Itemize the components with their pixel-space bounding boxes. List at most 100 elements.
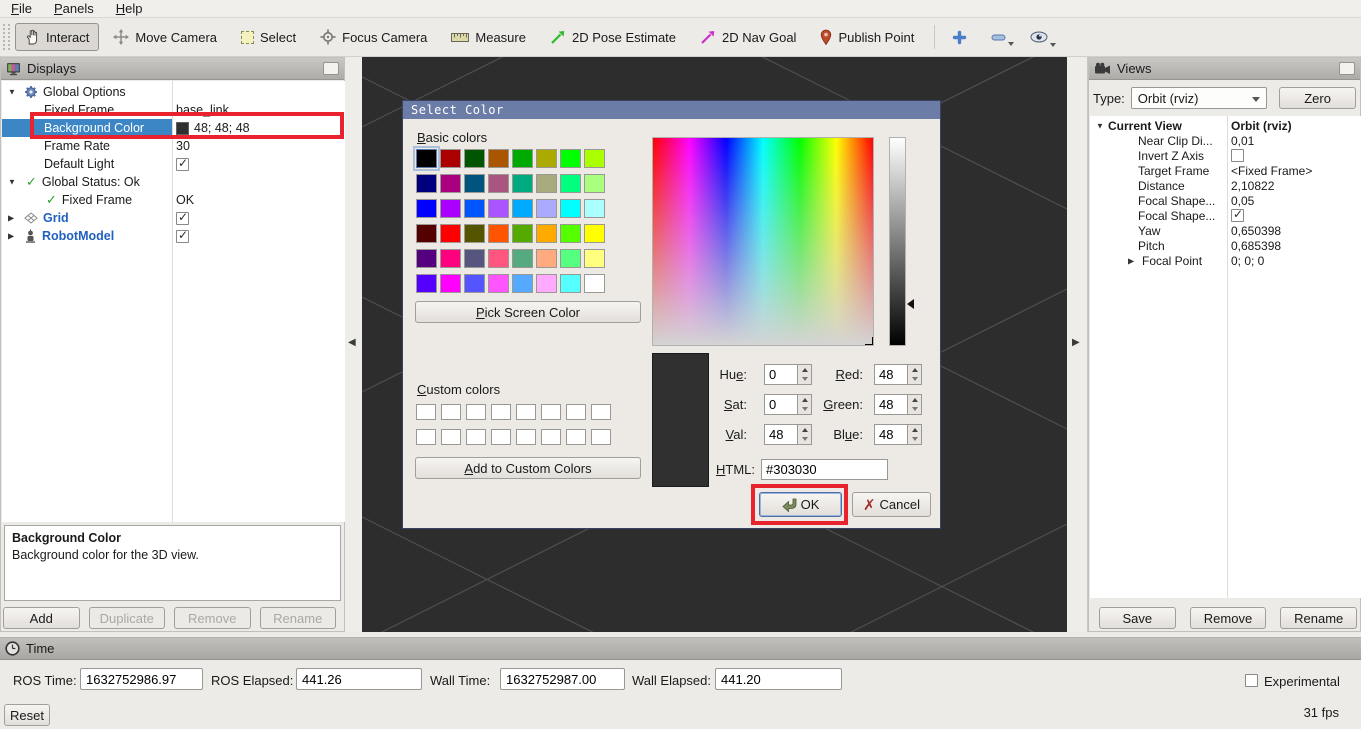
basic-color-swatch[interactable] bbox=[512, 249, 533, 268]
custom-color-well[interactable] bbox=[491, 429, 511, 445]
custom-color-well[interactable] bbox=[566, 404, 586, 420]
basic-color-swatch[interactable] bbox=[536, 149, 557, 168]
basic-color-swatch[interactable] bbox=[488, 274, 509, 293]
blue-spinbox[interactable] bbox=[874, 424, 922, 445]
tool-measure[interactable]: Measure bbox=[441, 24, 536, 51]
rename-button[interactable]: Rename bbox=[1280, 607, 1357, 629]
basic-color-swatch[interactable] bbox=[560, 249, 581, 268]
value-slider[interactable] bbox=[889, 137, 906, 346]
left-splitter[interactable]: ◀ bbox=[345, 57, 362, 632]
time-field-input[interactable] bbox=[80, 668, 203, 690]
value-slider-handle[interactable] bbox=[907, 299, 914, 309]
gradient-crosshair-marker[interactable] bbox=[865, 337, 874, 346]
ok-button[interactable]: OK bbox=[759, 492, 842, 517]
basic-color-swatch[interactable] bbox=[464, 174, 485, 193]
tree-row-value[interactable]: 2,10822 bbox=[1231, 179, 1274, 193]
pick-screen-color-button[interactable]: Pick Screen Color bbox=[415, 301, 641, 323]
basic-color-swatch[interactable] bbox=[512, 274, 533, 293]
custom-color-well[interactable] bbox=[516, 404, 536, 420]
basic-color-swatch[interactable] bbox=[440, 199, 461, 218]
custom-color-well[interactable] bbox=[541, 404, 561, 420]
tree-row-value[interactable]: base_link bbox=[176, 103, 229, 117]
red-spinbox[interactable] bbox=[874, 364, 922, 385]
html-color-input[interactable] bbox=[761, 459, 888, 480]
basic-color-swatch[interactable] bbox=[536, 199, 557, 218]
tree-row-value[interactable]: 0,01 bbox=[1231, 134, 1254, 148]
spinner-arrows-icon[interactable] bbox=[907, 425, 921, 444]
custom-color-well[interactable] bbox=[441, 429, 461, 445]
tree-row-value[interactable]: OK bbox=[176, 193, 194, 207]
basic-color-swatch[interactable] bbox=[416, 174, 437, 193]
green-spinbox[interactable] bbox=[874, 394, 922, 415]
tree-row-value[interactable]: 0,685398 bbox=[1231, 239, 1281, 253]
zoom-out-button[interactable] bbox=[984, 29, 1013, 46]
basic-color-swatch[interactable] bbox=[488, 224, 509, 243]
tree-row[interactable]: ▼Global Options bbox=[2, 83, 345, 101]
basic-color-swatch[interactable] bbox=[536, 249, 557, 268]
basic-color-swatch[interactable] bbox=[584, 274, 605, 293]
tree-row[interactable]: Focal Shape... bbox=[1090, 208, 1361, 223]
spinner-arrows-icon[interactable] bbox=[907, 395, 921, 414]
tree-row-value[interactable]: Orbit (rviz) bbox=[1231, 119, 1292, 133]
custom-color-well[interactable] bbox=[416, 404, 436, 420]
menu-help[interactable]: Help bbox=[113, 1, 146, 16]
collapse-left-icon[interactable]: ◀ bbox=[348, 337, 356, 348]
basic-color-swatch[interactable] bbox=[440, 224, 461, 243]
custom-color-well[interactable] bbox=[541, 429, 561, 445]
tree-row[interactable]: ✓Fixed FrameOK bbox=[2, 191, 345, 209]
reset-button[interactable]: Reset bbox=[4, 704, 50, 726]
basic-color-swatch[interactable] bbox=[440, 249, 461, 268]
menu-file[interactable]: File bbox=[8, 1, 35, 16]
expander-closed-icon[interactable]: ▶ bbox=[8, 214, 14, 223]
tree-row[interactable]: Default Light bbox=[2, 155, 345, 173]
custom-color-well[interactable] bbox=[566, 429, 586, 445]
custom-color-well[interactable] bbox=[466, 429, 486, 445]
tree-row-value[interactable]: 0,05 bbox=[1231, 194, 1254, 208]
basic-color-swatch[interactable] bbox=[560, 174, 581, 193]
custom-color-well[interactable] bbox=[416, 429, 436, 445]
tree-row[interactable]: ▶Grid bbox=[2, 209, 345, 227]
row-checkbox[interactable] bbox=[176, 158, 189, 171]
toolbar-grip[interactable] bbox=[3, 24, 10, 50]
tree-row[interactable]: Background Color48; 48; 48 bbox=[2, 119, 345, 137]
basic-color-swatch[interactable] bbox=[464, 149, 485, 168]
tree-row[interactable]: ▶RobotModel bbox=[2, 227, 345, 245]
basic-color-swatch[interactable] bbox=[464, 199, 485, 218]
tool-select[interactable]: Select bbox=[231, 24, 306, 51]
tree-row[interactable]: ▼✓Global Status: Ok bbox=[2, 173, 345, 191]
tool-interact[interactable]: Interact bbox=[15, 23, 99, 51]
tree-row[interactable]: Focal Shape...0,05 bbox=[1090, 193, 1361, 208]
menu-panels[interactable]: Panels bbox=[51, 1, 97, 16]
add-button[interactable]: Add bbox=[3, 607, 80, 629]
basic-color-swatch[interactable] bbox=[584, 224, 605, 243]
basic-color-swatch[interactable] bbox=[536, 274, 557, 293]
3d-viewport[interactable]: Select Color Basic colors Pick Screen Co… bbox=[362, 57, 1067, 632]
basic-color-swatch[interactable] bbox=[440, 149, 461, 168]
row-checkbox[interactable] bbox=[176, 230, 189, 243]
basic-color-swatch[interactable] bbox=[560, 274, 581, 293]
basic-color-swatch[interactable] bbox=[416, 149, 437, 168]
views-float-button[interactable] bbox=[1339, 62, 1355, 75]
basic-color-swatch[interactable] bbox=[512, 224, 533, 243]
basic-color-swatch[interactable] bbox=[584, 149, 605, 168]
basic-color-swatch[interactable] bbox=[440, 274, 461, 293]
zero-button[interactable]: Zero bbox=[1279, 87, 1356, 109]
hue-saturation-gradient[interactable] bbox=[652, 137, 874, 346]
custom-color-well[interactable] bbox=[516, 429, 536, 445]
tool-2d-nav-goal[interactable]: 2D Nav Goal bbox=[690, 23, 806, 51]
duplicate-button[interactable]: Duplicate bbox=[89, 607, 166, 629]
zoom-in-button[interactable] bbox=[945, 26, 974, 49]
basic-color-swatch[interactable] bbox=[584, 174, 605, 193]
basic-color-swatch[interactable] bbox=[464, 249, 485, 268]
basic-color-swatch[interactable] bbox=[488, 199, 509, 218]
cancel-button[interactable]: ✗ Cancel bbox=[852, 492, 931, 517]
spinner-arrows-icon[interactable] bbox=[907, 365, 921, 384]
row-checkbox[interactable] bbox=[176, 212, 189, 225]
basic-color-swatch[interactable] bbox=[536, 224, 557, 243]
tool-move-camera[interactable]: Move Camera bbox=[103, 23, 227, 51]
row-checkbox[interactable] bbox=[1231, 149, 1244, 162]
color-swatch[interactable] bbox=[176, 122, 189, 135]
custom-color-well[interactable] bbox=[441, 404, 461, 420]
basic-color-swatch[interactable] bbox=[584, 249, 605, 268]
rename-button[interactable]: Rename bbox=[260, 607, 337, 629]
